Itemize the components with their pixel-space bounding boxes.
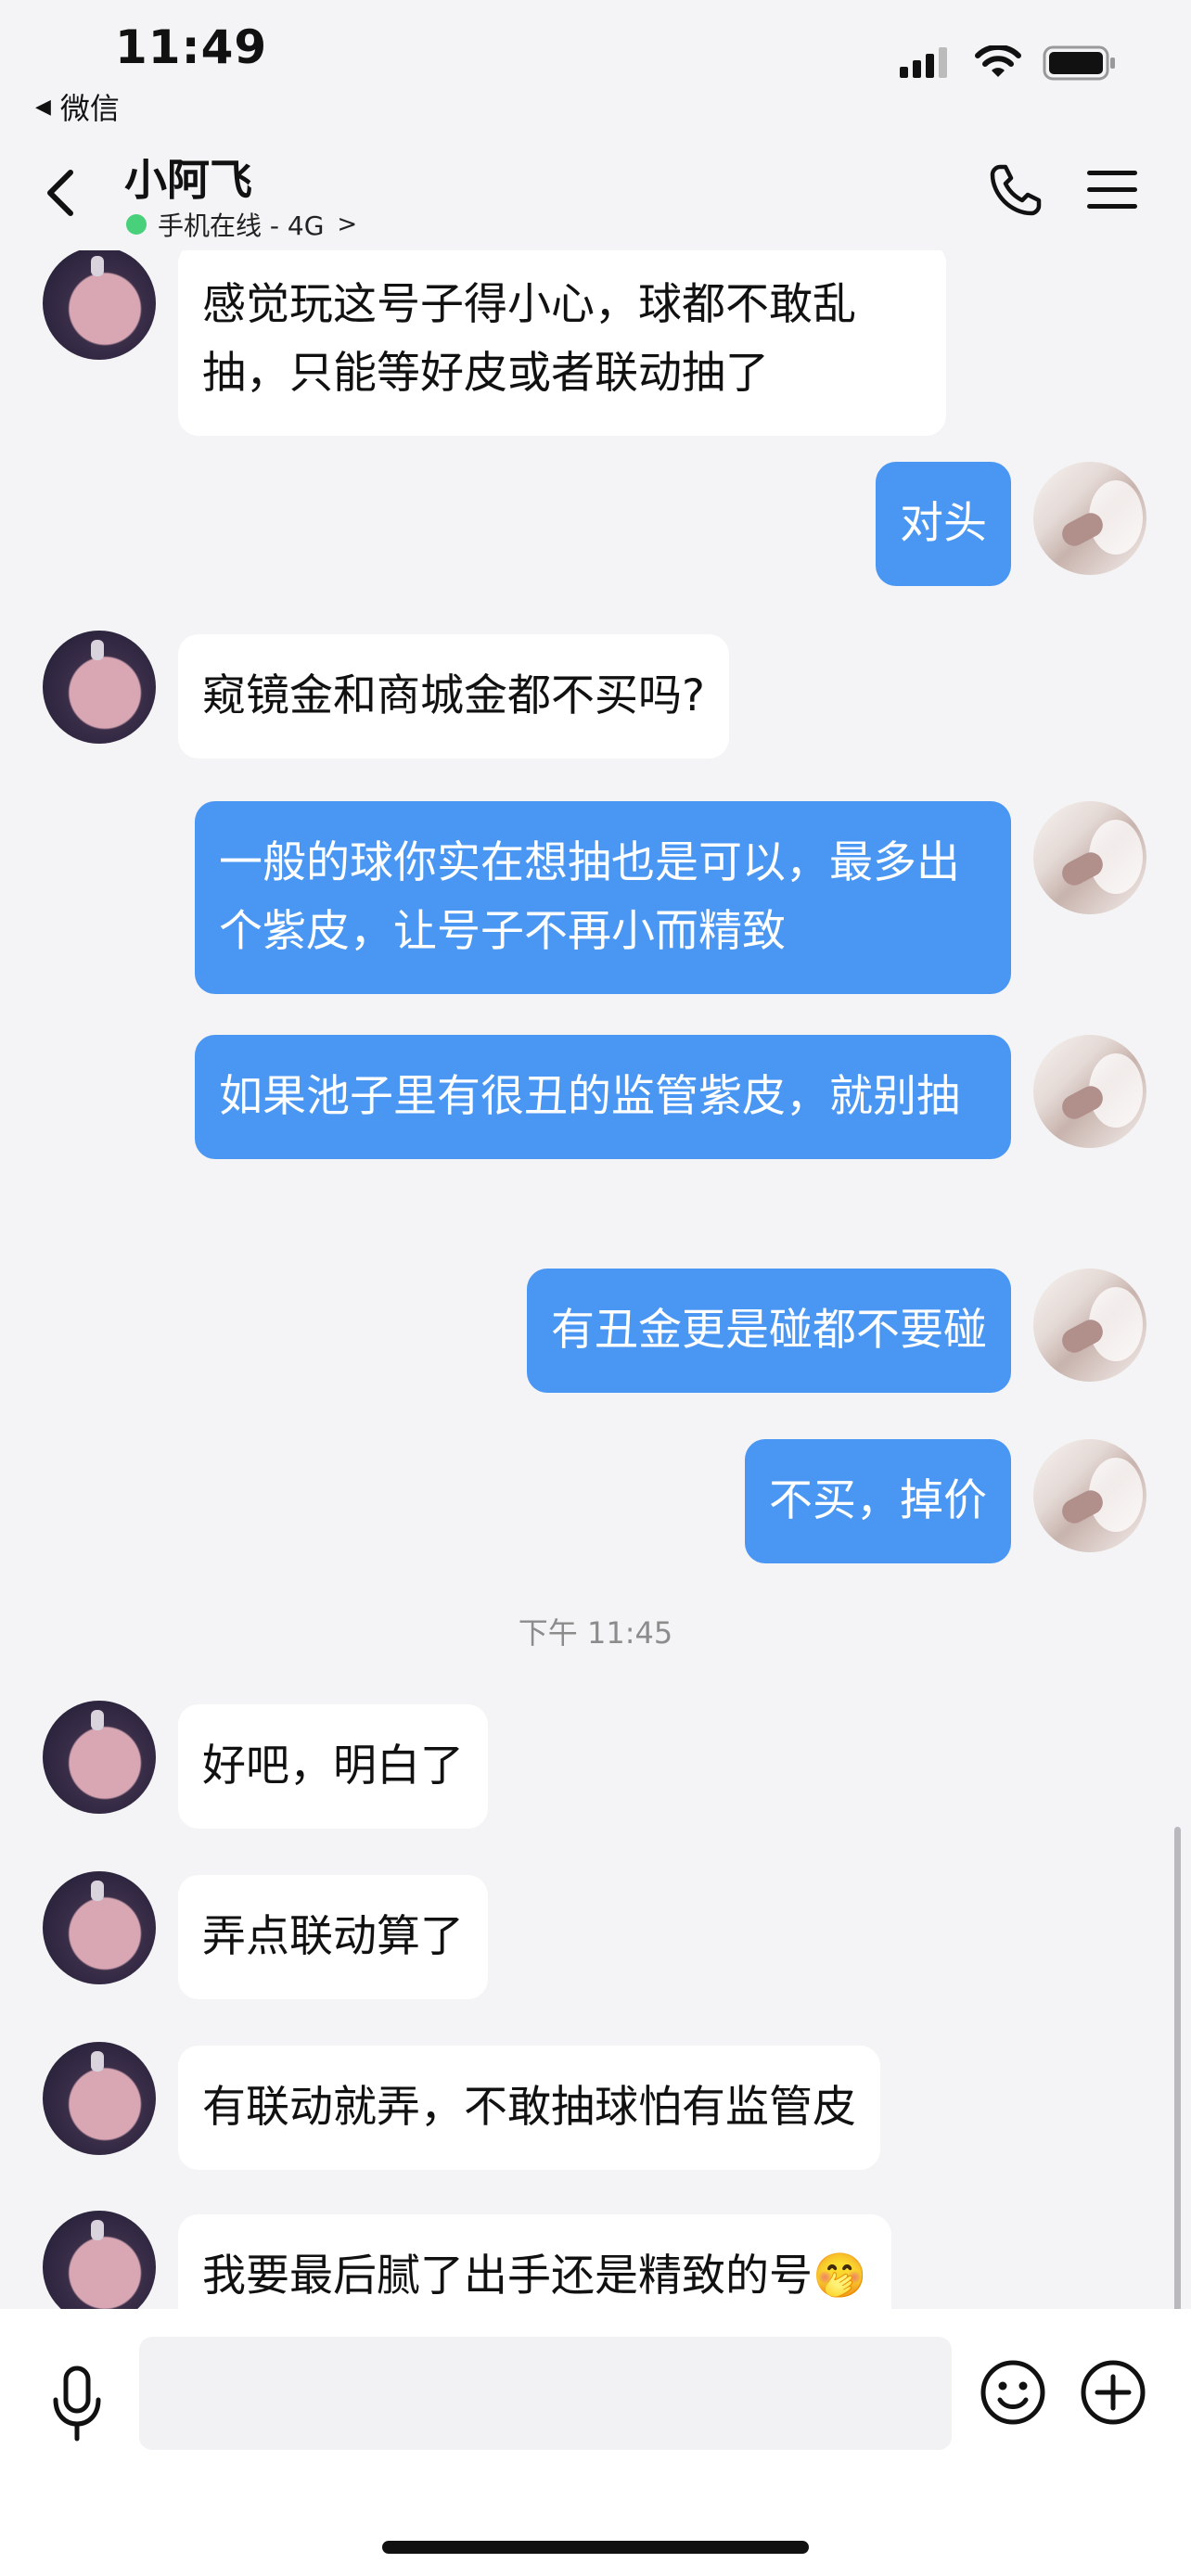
back-app-label: 微信: [59, 91, 120, 126]
contact-avatar[interactable]: [43, 250, 156, 360]
back-to-app-button[interactable]: ◀ 微信: [35, 85, 120, 128]
message-bubble-incoming[interactable]: 弄点联动算了: [178, 1875, 488, 1999]
contact-online-status[interactable]: 手机在线 - 4G >: [126, 206, 357, 243]
signal-icon: [900, 47, 947, 78]
status-time: 11:49: [115, 20, 268, 74]
wifi-icon: [975, 45, 1021, 77]
back-triangle-icon: ◀: [35, 95, 51, 119]
menu-icon[interactable]: [1085, 167, 1139, 213]
phone-icon[interactable]: [987, 161, 1044, 219]
contact-avatar[interactable]: [43, 2042, 156, 2155]
contact-name[interactable]: 小阿飞: [124, 147, 252, 208]
message-bubble-incoming[interactable]: 感觉玩这号子得小心，球都不敢乱抽，只能等好皮或者联动抽了: [178, 250, 946, 436]
chat-message-list[interactable]: 感觉玩这号子得小心，球都不敢乱抽，只能等好皮或者联动抽了 对头 窥镜金和商城金都…: [0, 250, 1191, 2309]
plus-icon[interactable]: [1080, 2359, 1146, 2426]
message-bubble-incoming[interactable]: 我要最后腻了出手还是精致的号🤭: [178, 2214, 891, 2309]
battery-icon: [1043, 45, 1115, 81]
chat-scrollbar[interactable]: [1174, 1827, 1181, 2309]
contact-status-label: 手机在线 - 4G: [158, 210, 325, 241]
contact-avatar[interactable]: [43, 2211, 156, 2309]
my-avatar[interactable]: [1033, 1269, 1146, 1382]
status-bar: 11:49 ◀ 微信: [0, 0, 1191, 130]
shy-face-emoji-icon: 🤭: [813, 2251, 867, 2302]
contact-avatar[interactable]: [43, 1871, 156, 1984]
my-avatar[interactable]: [1033, 462, 1146, 575]
back-arrow-icon[interactable]: [37, 165, 83, 221]
contact-avatar[interactable]: [43, 1701, 156, 1814]
message-bubble-outgoing[interactable]: 对头: [876, 462, 1011, 586]
home-indicator[interactable]: [382, 2541, 809, 2554]
message-bubble-incoming[interactable]: 窥镜金和商城金都不买吗?: [178, 634, 729, 759]
microphone-icon[interactable]: [48, 2365, 106, 2444]
my-avatar[interactable]: [1033, 1439, 1146, 1552]
contact-avatar[interactable]: [43, 631, 156, 744]
message-text: 我要最后腻了出手还是精致的号: [202, 2251, 813, 2302]
chat-header: 小阿飞 手机在线 - 4G >: [0, 130, 1191, 250]
my-avatar[interactable]: [1033, 1035, 1146, 1148]
system-icons: [898, 45, 1117, 82]
message-bubble-outgoing[interactable]: 一般的球你实在想抽也是可以，最多出个紫皮，让号子不再小而精致: [195, 801, 1011, 994]
my-avatar[interactable]: [1033, 801, 1146, 914]
message-text-input[interactable]: [139, 2337, 952, 2450]
message-input-bar: [0, 2309, 1191, 2576]
message-bubble-incoming[interactable]: 有联动就弄，不敢抽球怕有监管皮: [178, 2046, 880, 2170]
emoji-icon[interactable]: [980, 2359, 1046, 2426]
online-dot-icon: [126, 214, 147, 235]
chevron-right-icon: >: [337, 210, 358, 238]
message-bubble-incoming[interactable]: 好吧，明白了: [178, 1704, 488, 1829]
message-timestamp: 下午 11:45: [518, 1615, 673, 1651]
message-bubble-outgoing[interactable]: 不买，掉价: [745, 1439, 1011, 1563]
message-bubble-outgoing[interactable]: 如果池子里有很丑的监管紫皮，就别抽: [195, 1035, 1011, 1159]
message-bubble-outgoing[interactable]: 有丑金更是碰都不要碰: [527, 1269, 1011, 1393]
